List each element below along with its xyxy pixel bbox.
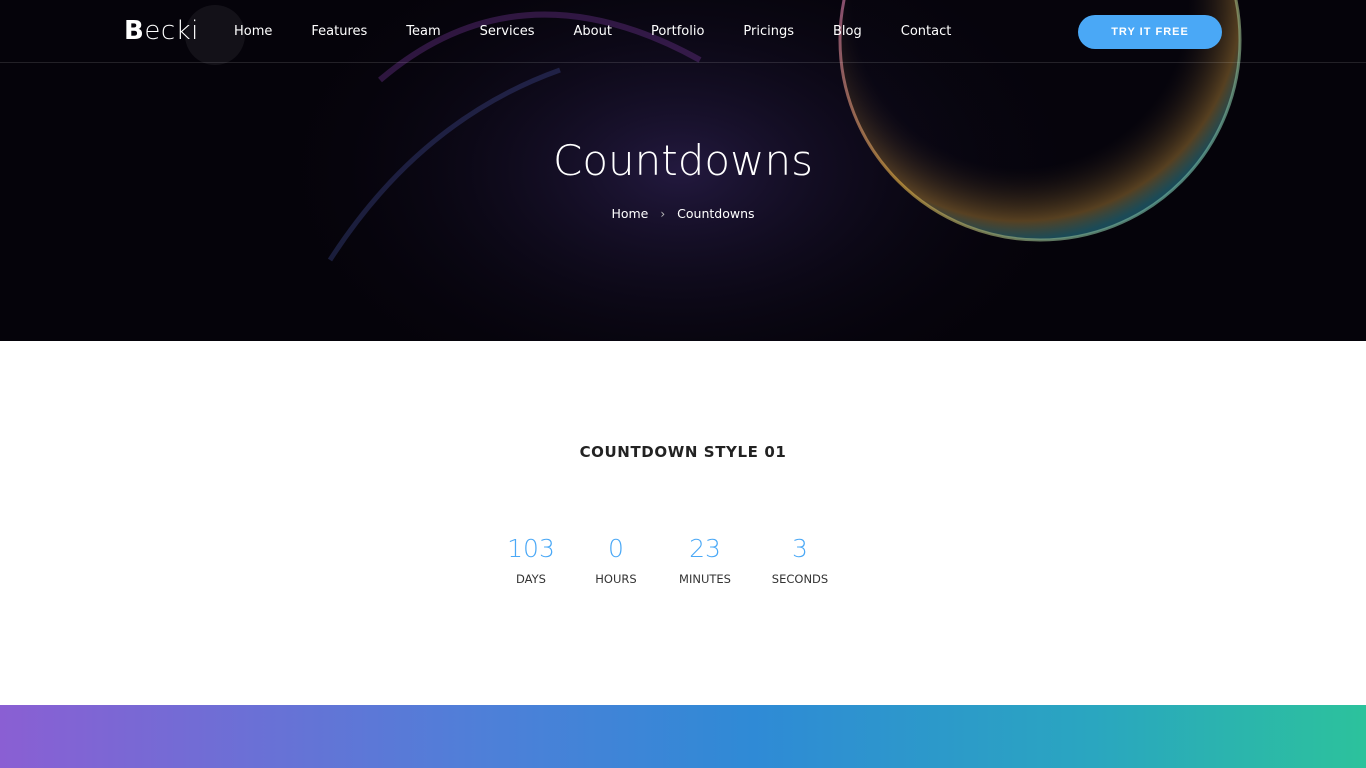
countdown-seconds: 3 SECONDS <box>750 534 850 586</box>
countdown-hours-value: 0 <box>608 534 624 563</box>
nav-about[interactable]: About <box>574 24 612 39</box>
brand-logo[interactable]: Becki <box>124 16 199 48</box>
page-title: Countdowns <box>553 136 813 185</box>
nav-blog[interactable]: Blog <box>833 24 862 39</box>
nav-features[interactable]: Features <box>311 24 367 39</box>
nav-contact[interactable]: Contact <box>901 24 952 39</box>
nav-team[interactable]: Team <box>406 24 440 39</box>
countdown-minutes-value: 23 <box>689 534 721 563</box>
countdown-seconds-value: 3 <box>792 534 808 563</box>
countdown-seconds-label: SECONDS <box>771 572 829 586</box>
nav-portfolio[interactable]: Portfolio <box>651 24 704 39</box>
countdown-minutes-label: MINUTES <box>679 572 731 586</box>
breadcrumb-separator-icon: › <box>660 207 666 221</box>
main-nav: Home Features Team Services About Portfo… <box>234 0 990 63</box>
countdown-minutes: 23 MINUTES <box>655 534 755 586</box>
breadcrumb: Home › Countdowns <box>0 206 1366 221</box>
nav-services[interactable]: Services <box>480 24 535 39</box>
gradient-footer-band <box>0 705 1366 768</box>
countdown-hours-label: HOURS <box>595 572 637 586</box>
breadcrumb-current: Countdowns <box>677 206 755 221</box>
countdown-section-title: COUNTDOWN STYLE 01 <box>579 443 787 461</box>
breadcrumb-home-link[interactable]: Home <box>611 206 648 221</box>
navbar: Becki Home Features Team Services About … <box>0 0 1366 63</box>
countdown-hours: 0 HOURS <box>566 534 666 586</box>
nav-home[interactable]: Home <box>234 24 272 39</box>
try-it-free-button[interactable]: TRY IT FREE <box>1078 15 1222 49</box>
hero-banner: Becki Home Features Team Services About … <box>0 0 1366 341</box>
nav-pricings[interactable]: Pricings <box>743 24 794 39</box>
